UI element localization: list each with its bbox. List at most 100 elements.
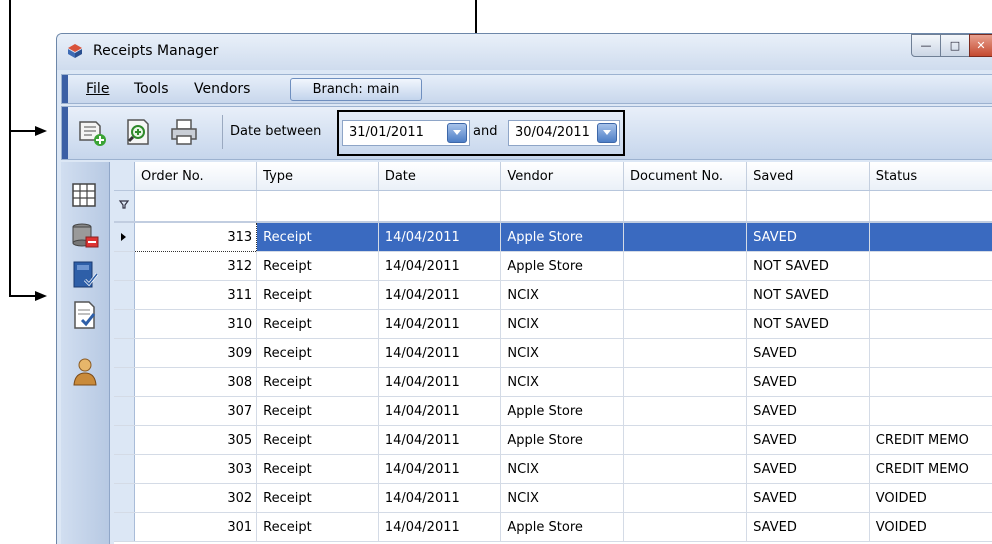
cell-order-no[interactable]: 311: [134, 280, 258, 310]
cell-order-no[interactable]: 305: [134, 425, 258, 455]
book-check-icon[interactable]: [69, 260, 101, 290]
cell-vendor[interactable]: NCIX: [500, 367, 624, 397]
cell-type[interactable]: Receipt: [256, 222, 379, 252]
cell-order-no[interactable]: 308: [134, 367, 258, 397]
cell-document-no[interactable]: [623, 338, 748, 368]
row-indicator[interactable]: [114, 309, 135, 339]
cell-order-no[interactable]: 301: [134, 512, 258, 542]
cell-status[interactable]: CREDIT MEMO: [869, 425, 992, 455]
row-indicator[interactable]: [114, 483, 135, 513]
row-indicator[interactable]: [114, 280, 135, 310]
cell-vendor[interactable]: NCIX: [500, 338, 624, 368]
filter-cell-vendor[interactable]: [500, 190, 624, 223]
row-indicator[interactable]: [114, 367, 135, 397]
menu-bar-grip[interactable]: [62, 75, 68, 103]
cell-type[interactable]: Receipt: [256, 251, 379, 281]
cell-saved[interactable]: SAVED: [746, 425, 870, 455]
cell-order-no[interactable]: 307: [134, 396, 258, 426]
filter-icon[interactable]: [114, 190, 135, 223]
cell-date[interactable]: 14/04/2011: [378, 454, 502, 484]
column-header-document-no[interactable]: Document No.: [623, 162, 748, 191]
row-indicator[interactable]: [114, 512, 135, 542]
filter-cell-date[interactable]: [378, 190, 502, 223]
cell-date[interactable]: 14/04/2011: [378, 338, 502, 368]
cell-saved[interactable]: SAVED: [746, 222, 870, 252]
row-indicator[interactable]: [114, 396, 135, 426]
cell-date[interactable]: 14/04/2011: [378, 222, 502, 252]
cell-saved[interactable]: SAVED: [746, 338, 870, 368]
document-check-icon[interactable]: [69, 300, 101, 330]
cell-document-no[interactable]: [623, 280, 748, 310]
table-row[interactable]: 305 Receipt 14/04/2011 Apple Store SAVED CRED…: [114, 425, 992, 455]
cell-type[interactable]: Receipt: [256, 425, 379, 455]
new-receipt-icon[interactable]: [76, 116, 108, 148]
cell-saved[interactable]: SAVED: [746, 512, 870, 542]
cell-document-no[interactable]: [623, 483, 748, 513]
cell-document-no[interactable]: [623, 396, 748, 426]
cell-vendor[interactable]: Apple Store: [500, 512, 624, 542]
cell-date[interactable]: 14/04/2011: [378, 425, 502, 455]
print-icon[interactable]: [168, 116, 200, 148]
cell-vendor[interactable]: Apple Store: [500, 251, 624, 281]
cell-document-no[interactable]: [623, 425, 748, 455]
filter-cell-saved[interactable]: [746, 190, 870, 223]
maximize-button[interactable]: □: [940, 34, 970, 57]
cell-order-no[interactable]: 313: [133, 221, 258, 252]
table-row[interactable]: 303 Receipt 14/04/2011 NCIX SAVED CREDIT MEMO: [114, 454, 992, 484]
cell-saved[interactable]: SAVED: [746, 396, 870, 426]
table-row[interactable]: 309 Receipt 14/04/2011 NCIX SAVED: [114, 338, 992, 368]
cell-date[interactable]: 14/04/2011: [378, 396, 502, 426]
row-indicator[interactable]: [114, 454, 135, 484]
table-row[interactable]: 301 Receipt 14/04/2011 Apple Store SAVED VOID…: [114, 512, 992, 542]
column-header-vendor[interactable]: Vendor: [500, 162, 624, 191]
cell-vendor[interactable]: NCIX: [500, 454, 624, 484]
table-row[interactable]: 312 Receipt 14/04/2011 Apple Store NOT SAVED: [114, 251, 992, 281]
cell-type[interactable]: Receipt: [256, 309, 379, 339]
cell-type[interactable]: Receipt: [256, 512, 379, 542]
cell-document-no[interactable]: [623, 222, 748, 252]
row-indicator[interactable]: [114, 425, 135, 455]
cell-vendor[interactable]: Apple Store: [500, 396, 624, 426]
database-export-icon[interactable]: [69, 220, 101, 250]
column-header-status[interactable]: Status: [869, 162, 992, 191]
filter-cell-status[interactable]: [869, 190, 992, 223]
column-header-date[interactable]: Date: [378, 162, 502, 191]
cell-type[interactable]: Receipt: [256, 280, 379, 310]
filter-cell-order-no[interactable]: [134, 190, 258, 223]
cell-order-no[interactable]: 302: [134, 483, 258, 513]
cell-status[interactable]: VOIDED: [869, 483, 992, 513]
cell-vendor[interactable]: NCIX: [500, 309, 624, 339]
minimize-button[interactable]: —: [911, 34, 941, 57]
cell-saved[interactable]: NOT SAVED: [746, 251, 870, 281]
cell-type[interactable]: Receipt: [256, 338, 379, 368]
cell-vendor[interactable]: Apple Store: [500, 222, 624, 252]
cell-date[interactable]: 14/04/2011: [378, 251, 502, 281]
cell-document-no[interactable]: [623, 454, 748, 484]
branch-button[interactable]: Branch: main: [290, 78, 422, 101]
row-indicator[interactable]: [114, 222, 135, 252]
cell-order-no[interactable]: 303: [134, 454, 258, 484]
cell-order-no[interactable]: 309: [134, 338, 258, 368]
cell-type[interactable]: Receipt: [256, 483, 379, 513]
grid-view-icon[interactable]: [69, 180, 101, 210]
cell-vendor[interactable]: NCIX: [500, 483, 624, 513]
cell-status[interactable]: CREDIT MEMO: [869, 454, 992, 484]
menu-vendors[interactable]: Vendors: [194, 81, 250, 97]
cell-status[interactable]: VOIDED: [869, 512, 992, 542]
cell-saved[interactable]: NOT SAVED: [746, 309, 870, 339]
column-header-order-no[interactable]: Order No.: [134, 162, 258, 191]
cell-date[interactable]: 14/04/2011: [378, 367, 502, 397]
filter-cell-document-no[interactable]: [623, 190, 748, 223]
cell-document-no[interactable]: [623, 251, 748, 281]
table-row[interactable]: 307 Receipt 14/04/2011 Apple Store SAVED: [114, 396, 992, 426]
user-icon[interactable]: [69, 356, 101, 386]
cell-date[interactable]: 14/04/2011: [378, 309, 502, 339]
row-indicator[interactable]: [114, 251, 135, 281]
cell-document-no[interactable]: [623, 309, 748, 339]
cell-date[interactable]: 14/04/2011: [378, 512, 502, 542]
cell-saved[interactable]: NOT SAVED: [746, 280, 870, 310]
cell-order-no[interactable]: 310: [134, 309, 258, 339]
cell-status[interactable]: [869, 280, 992, 310]
cell-vendor[interactable]: Apple Store: [500, 425, 624, 455]
cell-type[interactable]: Receipt: [256, 454, 379, 484]
